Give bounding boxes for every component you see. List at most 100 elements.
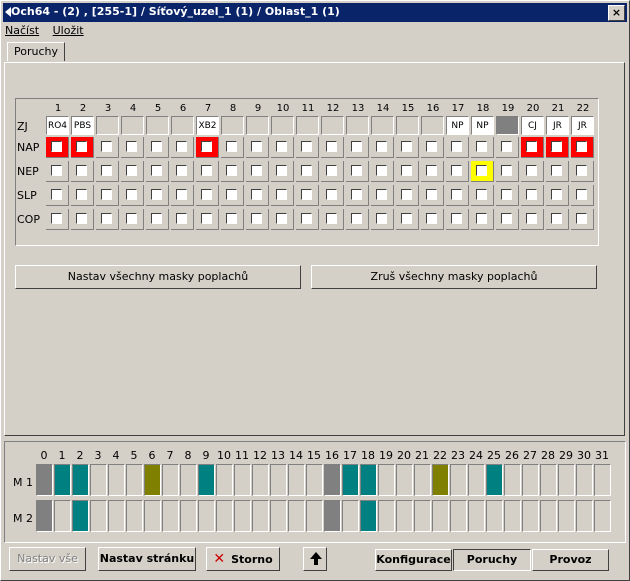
nep-checkbox-cell[interactable] [121,161,144,182]
nep-checkbox-cell[interactable] [196,161,219,182]
m2-cell[interactable] [360,500,377,532]
m2-cell[interactable] [342,500,359,532]
checkbox[interactable] [401,165,412,176]
cop-checkbox-cell[interactable] [521,209,544,230]
m2-cell[interactable] [414,500,431,532]
m1-cell[interactable] [306,464,323,496]
checkbox[interactable] [576,141,587,152]
cop-checkbox-cell[interactable] [196,209,219,230]
slp-checkbox-cell[interactable] [171,185,194,206]
nep-checkbox-cell[interactable] [46,161,69,182]
cop-checkbox-cell[interactable] [96,209,119,230]
checkbox[interactable] [326,165,337,176]
nap-checkbox-cell[interactable] [246,137,269,158]
nep-checkbox-cell[interactable] [71,161,94,182]
nap-checkbox-cell[interactable] [71,137,94,158]
m1-cell[interactable] [396,464,413,496]
nap-checkbox-cell[interactable] [346,137,369,158]
checkbox[interactable] [151,165,162,176]
provoz-button[interactable]: Provoz [532,549,609,571]
checkbox[interactable] [326,189,337,200]
nep-checkbox-cell[interactable] [146,161,169,182]
page-up-button[interactable] [303,547,327,571]
nap-checkbox-cell[interactable] [446,137,469,158]
cop-checkbox-cell[interactable] [71,209,94,230]
checkbox[interactable] [226,213,237,224]
m1-cell[interactable] [72,464,89,496]
nap-checkbox-cell[interactable] [521,137,544,158]
slp-checkbox-cell[interactable] [221,185,244,206]
close-button[interactable]: × [608,5,625,21]
checkbox[interactable] [551,213,562,224]
nep-checkbox-cell[interactable] [271,161,294,182]
m2-cell[interactable] [288,500,305,532]
checkbox[interactable] [526,189,537,200]
checkbox[interactable] [226,141,237,152]
checkbox[interactable] [501,189,512,200]
cop-checkbox-cell[interactable] [371,209,394,230]
m2-cell[interactable] [90,500,107,532]
m1-cell[interactable] [432,464,449,496]
checkbox[interactable] [426,189,437,200]
checkbox[interactable] [476,213,487,224]
checkbox[interactable] [251,141,262,152]
m2-cell[interactable] [144,500,161,532]
m1-cell[interactable] [540,464,557,496]
m1-cell[interactable] [252,464,269,496]
checkbox[interactable] [451,189,462,200]
cop-checkbox-cell[interactable] [171,209,194,230]
m2-cell[interactable] [324,500,341,532]
cop-checkbox-cell[interactable] [221,209,244,230]
nep-checkbox-cell[interactable] [96,161,119,182]
cop-checkbox-cell[interactable] [396,209,419,230]
checkbox[interactable] [76,189,87,200]
set-page-button[interactable]: Nastav stránku [98,547,196,571]
checkbox[interactable] [476,141,487,152]
menu-item-load[interactable]: Načíst [5,24,39,37]
m1-cell[interactable] [342,464,359,496]
m1-cell[interactable] [54,464,71,496]
checkbox[interactable] [526,213,537,224]
checkbox[interactable] [126,213,137,224]
cop-checkbox-cell[interactable] [146,209,169,230]
checkbox[interactable] [126,141,137,152]
m2-cell[interactable] [378,500,395,532]
m2-cell[interactable] [108,500,125,532]
m2-cell[interactable] [198,500,215,532]
menu-item-save[interactable]: Uložit [53,24,84,37]
checkbox[interactable] [276,213,287,224]
poruchy-button[interactable]: Poruchy [453,549,531,571]
checkbox[interactable] [151,141,162,152]
checkbox[interactable] [276,165,287,176]
checkbox[interactable] [126,189,137,200]
checkbox[interactable] [51,141,62,152]
m1-cell[interactable] [558,464,575,496]
checkbox[interactable] [101,213,112,224]
nap-checkbox-cell[interactable] [121,137,144,158]
nep-checkbox-cell[interactable] [471,161,494,182]
m1-cell[interactable] [360,464,377,496]
checkbox[interactable] [476,165,487,176]
checkbox[interactable] [151,189,162,200]
m1-cell[interactable] [126,464,143,496]
cop-checkbox-cell[interactable] [121,209,144,230]
m1-cell[interactable] [378,464,395,496]
m2-cell[interactable] [396,500,413,532]
slp-checkbox-cell[interactable] [146,185,169,206]
checkbox[interactable] [51,189,62,200]
nep-checkbox-cell[interactable] [346,161,369,182]
m1-cell[interactable] [162,464,179,496]
cop-checkbox-cell[interactable] [346,209,369,230]
cop-checkbox-cell[interactable] [46,209,69,230]
nap-checkbox-cell[interactable] [371,137,394,158]
nep-checkbox-cell[interactable] [296,161,319,182]
cop-checkbox-cell[interactable] [446,209,469,230]
m2-cell[interactable] [270,500,287,532]
slp-checkbox-cell[interactable] [271,185,294,206]
slp-checkbox-cell[interactable] [496,185,519,206]
checkbox[interactable] [551,189,562,200]
checkbox[interactable] [301,165,312,176]
nap-checkbox-cell[interactable] [271,137,294,158]
checkbox[interactable] [376,165,387,176]
checkbox[interactable] [451,141,462,152]
